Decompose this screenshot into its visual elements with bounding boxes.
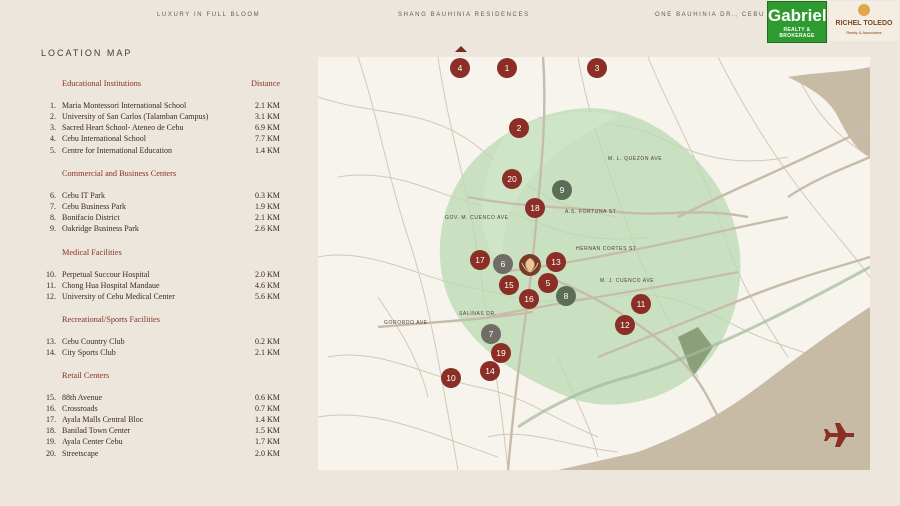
map-pin-16[interactable]: 16 bbox=[519, 289, 539, 309]
list-item: 4. Cebu International School 7.7 KM bbox=[50, 134, 280, 143]
list-item: 12. University of Cebu Medical Center 5.6 … bbox=[46, 292, 280, 301]
map-pin-17[interactable]: 17 bbox=[470, 250, 490, 270]
map-pin-6[interactable]: 6 bbox=[493, 254, 513, 274]
map-pin-14[interactable]: 14 bbox=[480, 361, 500, 381]
map-pin-20[interactable]: 20 bbox=[502, 169, 522, 189]
section-title-medical: Medical Facilities bbox=[62, 248, 122, 257]
list-item: 5. Centre for International Education 1.4 … bbox=[50, 146, 280, 155]
tagline-right: ONE BAUHINIA DR., CEBU bbox=[655, 12, 765, 18]
map-pin-9[interactable]: 9 bbox=[552, 180, 572, 200]
map-pin-1[interactable]: 1 bbox=[497, 58, 517, 78]
map-pin-12[interactable]: 12 bbox=[615, 315, 635, 335]
map-pin-label: 11 bbox=[637, 299, 646, 309]
map-pin-label: 2 bbox=[517, 123, 522, 133]
page-title: LOCATION MAP bbox=[41, 48, 133, 58]
map-pin-4[interactable]: 4 bbox=[450, 58, 470, 78]
list-item: 6. Cebu IT Park 0.3 KM bbox=[50, 191, 280, 200]
list-item: 11. Chong Hua Hospital Mandaue 4.6 KM bbox=[46, 281, 280, 290]
road-label: M. L. QUEZON AVE bbox=[608, 156, 662, 162]
map-pin-18[interactable]: 18 bbox=[525, 198, 545, 218]
map-pin-label: 5 bbox=[546, 278, 551, 288]
list-item: 3. Sacred Heart School- Ateneo de Cebu 6.9… bbox=[50, 123, 280, 132]
map-pin-label: 3 bbox=[595, 63, 600, 73]
map-pin-label: 16 bbox=[524, 294, 534, 304]
section-title-recreational: Recreational/Sports Facilities bbox=[62, 315, 160, 324]
list-item: 18. Banilad Town Center 1.5 KM bbox=[46, 426, 280, 435]
list-item: 15. 88th Avenue 0.6 KM bbox=[46, 393, 280, 402]
richel-logo-name: RICHEL TOLEDO bbox=[835, 20, 893, 27]
section-title-commercial: Commercial and Business Centers bbox=[62, 169, 177, 178]
tagline-left: LUXURY IN FULL BLOOM bbox=[157, 12, 261, 18]
list-item: 14. City Sports Club 2.1 KM bbox=[46, 348, 280, 357]
map-pin-19[interactable]: 19 bbox=[491, 343, 511, 363]
map-pin-label: 6 bbox=[501, 259, 506, 269]
map-pin-label: 18 bbox=[530, 203, 540, 213]
list-item: 8. Bonifacio District 2.1 KM bbox=[50, 213, 280, 222]
list-item: 20. Streetscape 2.0 KM bbox=[46, 449, 280, 458]
tagline-center: SHANG BAUHINIA RESIDENCES bbox=[398, 12, 530, 18]
gabriel-logo-name: Gabriel bbox=[768, 6, 827, 25]
location-map[interactable]: M. L. QUEZON AVE A.S. FORTUNA ST GOV. M.… bbox=[318, 57, 870, 470]
sun-icon bbox=[858, 4, 870, 16]
distance-header: Distance bbox=[251, 79, 281, 88]
map-pin-13[interactable]: 13 bbox=[546, 252, 566, 272]
road-label: SALINAS DR. bbox=[459, 311, 497, 317]
map-pin-label: 1 bbox=[505, 63, 510, 73]
section-title-education: Educational Institutions bbox=[62, 79, 142, 88]
list-item: 19. Ayala Center Cebu 1.7 KM bbox=[46, 437, 280, 446]
list-item: 13. Cebu Country Club 0.2 KM bbox=[46, 337, 280, 346]
list-item: 7. Cebu Business Park 1.9 KM bbox=[50, 202, 280, 211]
gabriel-logo-subtitle: REALTY & BROKERAGE bbox=[779, 27, 815, 39]
list-item: 9. Oakridge Business Park 2.6 KM bbox=[50, 224, 280, 233]
richel-logo-subtitle: Realty & Associates bbox=[846, 30, 882, 35]
road-label: GORORDO AVE bbox=[384, 320, 428, 326]
map-pin-label: 13 bbox=[551, 257, 561, 267]
road-label: M. J. CUENCO AVE bbox=[600, 278, 654, 284]
map-pin-7[interactable]: 7 bbox=[481, 324, 501, 344]
map-pin-label: 9 bbox=[560, 185, 565, 195]
road-label: A.S. FORTUNA ST bbox=[565, 209, 616, 215]
map-pin-label: 4 bbox=[458, 63, 463, 73]
map-pin-label: 15 bbox=[504, 280, 514, 290]
map-pin-label: 20 bbox=[507, 174, 517, 184]
list-item: 2. University of San Carlos (Talamban Cam… bbox=[50, 112, 280, 121]
map-pin-label: 8 bbox=[564, 291, 569, 301]
top-bar: LUXURY IN FULL BLOOM SHANG BAUHINIA RESI… bbox=[0, 0, 900, 43]
section-title-retail: Retail Centers bbox=[62, 371, 110, 380]
map-pin-8[interactable]: 8 bbox=[556, 286, 576, 306]
map-pin-3[interactable]: 3 bbox=[587, 58, 607, 78]
map-pin-2[interactable]: 2 bbox=[509, 118, 529, 138]
map-pin-11[interactable]: 11 bbox=[631, 294, 651, 314]
list-item: 17. Ayala Malls Central Bloc 1.4 KM bbox=[46, 415, 280, 424]
location-marker-icon bbox=[455, 46, 467, 52]
map-pin-label: 12 bbox=[620, 320, 630, 330]
map-pin-label: 10 bbox=[446, 373, 456, 383]
road-label: HERNAN CORTES ST bbox=[576, 246, 637, 252]
map-pin-15[interactable]: 15 bbox=[499, 275, 519, 295]
list-item: 10. Perpetual Succour Hospital 2.0 KM bbox=[46, 270, 280, 279]
list-item: 16. Crossroads 0.7 KM bbox=[46, 404, 280, 413]
map-pin-5[interactable]: 5 bbox=[538, 273, 558, 293]
map-pin-label: 7 bbox=[489, 329, 494, 339]
richel-toledo-logo[interactable]: RICHEL TOLEDO Realty & Associates bbox=[829, 1, 899, 41]
road-label: GOV. M. CUENCO AVE bbox=[445, 215, 509, 221]
list-item: 1. Maria Montessori International School 2… bbox=[50, 101, 280, 110]
map-pin-label: 14 bbox=[485, 366, 495, 376]
map-pin-label: 19 bbox=[496, 348, 506, 358]
map-pin-10[interactable]: 10 bbox=[441, 368, 461, 388]
map-pin-label: 17 bbox=[475, 255, 485, 265]
gabriel-logo[interactable]: Gabriel REALTY & BROKERAGE bbox=[767, 1, 827, 43]
bauhinia-logo-icon[interactable] bbox=[519, 254, 541, 276]
